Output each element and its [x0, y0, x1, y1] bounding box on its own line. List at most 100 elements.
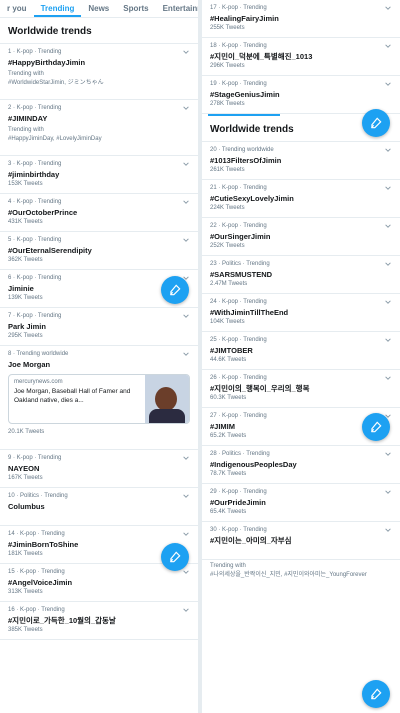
chevron-down-icon[interactable]: [384, 184, 392, 192]
chevron-down-icon[interactable]: [182, 312, 190, 320]
chevron-down-icon[interactable]: [182, 48, 190, 56]
trend-name: #HappyBirthdayJimin: [8, 58, 86, 67]
chevron-down-icon[interactable]: [384, 80, 392, 88]
compose-tweet-icon[interactable]: [362, 680, 390, 708]
trend-meta: 24 · K-pop · Trending: [210, 299, 267, 305]
chevron-down-icon[interactable]: [182, 606, 190, 614]
trend-count: 224K Tweets: [210, 205, 245, 211]
card-title: Joe Morgan, Baseball Hall of Famer and O…: [14, 388, 131, 404]
trend-meta: 19 · K-pop · Trending: [210, 81, 267, 87]
chevron-down-icon[interactable]: [384, 336, 392, 344]
trend-item[interactable]: 2 · K-pop · Trending #JIMINDAY Trending wi…: [0, 100, 198, 156]
chevron-down-icon[interactable]: [182, 350, 190, 358]
trend-name: #JIMINDAY: [8, 114, 48, 123]
trend-item[interactable]: 25 · K-pop · Trending #JIMTOBER 44.6K Twee…: [202, 332, 400, 370]
chevron-down-icon[interactable]: [384, 298, 392, 306]
trend-item[interactable]: 29 · K-pop · Trending #OurPrideJimin 65.4K…: [202, 484, 400, 522]
trend-name: #SARSMUSTEND: [210, 270, 273, 279]
trend-item-card[interactable]: 8 · Trending worldwide Joe Morgan mercur…: [0, 346, 198, 450]
trend-count: 313K Tweets: [8, 589, 43, 595]
trend-item[interactable]: 22 · K-pop · Trending #OurSingerJimin 252K…: [202, 218, 400, 256]
trend-meta: 14 · K-pop · Trending: [8, 531, 65, 537]
compose-tweet-icon[interactable]: [362, 109, 390, 137]
compose-tweet-icon[interactable]: [362, 413, 390, 441]
trend-count: 44.6K Tweets: [210, 357, 247, 363]
trend-item[interactable]: 4 · K-pop · Trending #OurOctoberPrince 431…: [0, 194, 198, 232]
trend-count: 104K Tweets: [210, 319, 245, 325]
trend-item[interactable]: 9 · K-pop · Trending NAYEON 167K Tweets: [0, 450, 198, 488]
chevron-down-icon[interactable]: [384, 146, 392, 154]
trend-name: #OurSingerJimin: [210, 232, 271, 241]
trend-item[interactable]: 19 · K-pop · Trending #StageGeniusJimin 27…: [202, 76, 400, 114]
trend-item[interactable]: 17 · K-pop · Trending #HealingFairyJimin 2…: [202, 0, 400, 38]
trend-name: #StageGeniusJimin: [210, 90, 280, 99]
trend-meta: 9 · K-pop · Trending: [8, 455, 62, 461]
trend-item[interactable]: 16 · K-pop · Trending #지민이로_가득한_10월의_갑동날 3…: [0, 602, 198, 640]
trend-name: #IndigenousPeoplesDay: [210, 460, 297, 469]
chevron-down-icon[interactable]: [384, 4, 392, 12]
card-thumbnail: [145, 375, 189, 423]
card-source: mercurynews.com: [14, 379, 63, 385]
chevron-down-icon[interactable]: [182, 104, 190, 112]
trend-meta: 20 · Trending worldwide: [210, 147, 274, 153]
trend-item[interactable]: 24 · K-pop · Trending #WithJiminTillTheEn…: [202, 294, 400, 332]
trend-name: #HealingFairyJimin: [210, 14, 279, 23]
chevron-down-icon[interactable]: [384, 260, 392, 268]
trend-item[interactable]: 5 · K-pop · Trending #OurEternalSerendipi…: [0, 232, 198, 270]
trend-count: 431K Tweets: [8, 219, 43, 225]
chevron-down-icon[interactable]: [384, 450, 392, 458]
trend-count: 385K Tweets: [8, 627, 43, 633]
trend-name: #OurPrideJimin: [210, 498, 266, 507]
trending-with: Trending with #WorldwideStarJimin, ジミンちゃ…: [8, 71, 104, 86]
tab-for-you[interactable]: r you: [0, 4, 34, 17]
trend-item[interactable]: 18 · K-pop · Trending #지민이_덕분에_특별해진_1013 2…: [202, 38, 400, 76]
trend-count: 362K Tweets: [8, 257, 43, 263]
trend-meta: 26 · K-pop · Trending: [210, 375, 267, 381]
tab-entertainment[interactable]: Entertainme: [156, 4, 198, 17]
trend-item[interactable]: 7 · K-pop · Trending Park Jimin 295K Tweet…: [0, 308, 198, 346]
chevron-down-icon[interactable]: [182, 492, 190, 500]
chevron-down-icon[interactable]: [182, 454, 190, 462]
trend-item[interactable]: 10 · Politics · Trending Columbus: [0, 488, 198, 526]
trend-item[interactable]: 30 · K-pop · Trending #지민이는_아미의_자부심: [202, 522, 400, 560]
trend-item[interactable]: 21 · K-pop · Trending #CutieSexyLovelyJim…: [202, 180, 400, 218]
trend-meta: 30 · K-pop · Trending: [210, 527, 267, 533]
chevron-down-icon[interactable]: [182, 198, 190, 206]
tab-news[interactable]: News: [81, 4, 116, 17]
chevron-down-icon[interactable]: [384, 42, 392, 50]
trend-count: 153K Tweets: [8, 181, 43, 187]
compose-tweet-icon[interactable]: [161, 276, 189, 304]
trend-item[interactable]: 28 · Politics · Trending #IndigenousPeopl…: [202, 446, 400, 484]
compose-tweet-icon[interactable]: [161, 543, 189, 571]
trend-meta: 8 · Trending worldwide: [8, 351, 69, 357]
trend-item[interactable]: 23 · Politics · Trending #SARSMUSTEND 2.47…: [202, 256, 400, 294]
trend-meta: 25 · K-pop · Trending: [210, 337, 267, 343]
trend-meta: 22 · K-pop · Trending: [210, 223, 267, 229]
trend-name: #OurEternalSerendipity: [8, 246, 92, 255]
tab-sports[interactable]: Sports: [116, 4, 155, 17]
trend-item[interactable]: 3 · K-pop · Trending #jiminbirthday 153K T…: [0, 156, 198, 194]
chevron-down-icon[interactable]: [384, 526, 392, 534]
trend-meta: 3 · K-pop · Trending: [8, 161, 62, 167]
trend-name: Park Jimin: [8, 322, 46, 331]
trend-item[interactable]: 20 · Trending worldwide #1013FiltersOfJim…: [202, 142, 400, 180]
tab-trending[interactable]: Trending: [33, 4, 82, 17]
chevron-down-icon[interactable]: [182, 236, 190, 244]
trend-name: #AngelVoiceJimin: [8, 578, 73, 587]
trend-name: #지민이_덕분에_특별해진_1013: [210, 52, 313, 61]
news-card[interactable]: mercurynews.com Joe Morgan, Baseball Hal…: [8, 374, 190, 424]
trend-name: #OurOctoberPrince: [8, 208, 78, 217]
trend-item[interactable]: 1 · K-pop · Trending #HappyBirthdayJimin T…: [0, 44, 198, 100]
chevron-down-icon[interactable]: [182, 160, 190, 168]
chevron-down-icon[interactable]: [384, 222, 392, 230]
chevron-down-icon[interactable]: [182, 568, 190, 576]
chevron-down-icon[interactable]: [384, 488, 392, 496]
chevron-down-icon[interactable]: [182, 530, 190, 538]
chevron-down-icon[interactable]: [384, 374, 392, 382]
left-screenshot-panel: r you Trending News Sports Entertainme W…: [0, 0, 198, 713]
trend-meta: 18 · K-pop · Trending: [210, 43, 267, 49]
trend-meta: 23 · Politics · Trending: [210, 261, 270, 267]
trend-item[interactable]: 26 · K-pop · Trending #지민이의_행복이_우리의_행복 60.…: [202, 370, 400, 408]
right-screenshot-panel: 17 · K-pop · Trending #HealingFairyJimin 2…: [202, 0, 400, 713]
trend-meta: 29 · K-pop · Trending: [210, 489, 267, 495]
